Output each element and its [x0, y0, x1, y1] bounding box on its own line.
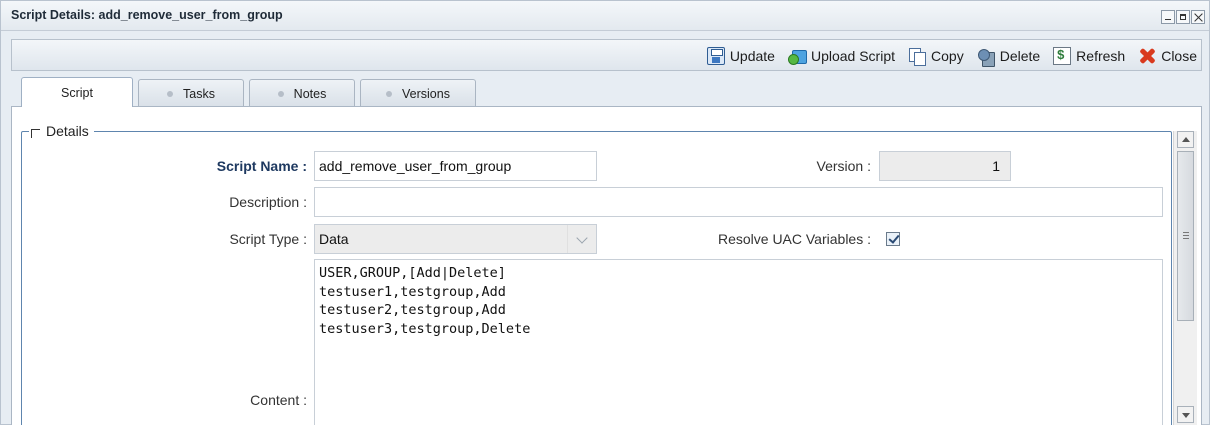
select-divider — [567, 225, 568, 253]
close-icon — [1138, 47, 1156, 65]
tab-versions-label: Versions — [402, 86, 450, 101]
maximize-button[interactable] — [1176, 10, 1190, 24]
description-input[interactable] — [314, 187, 1163, 217]
collapse-icon — [31, 128, 40, 138]
upload-script-button[interactable]: Upload Script — [787, 47, 896, 65]
toolbar: Update Upload Script Copy Delete Refresh… — [11, 39, 1202, 71]
refresh-button[interactable]: Refresh — [1053, 47, 1125, 65]
resolve-uac-label: Resolve UAC Variables : — [717, 231, 871, 247]
save-icon — [706, 47, 725, 65]
upload-icon — [787, 47, 807, 65]
update-label: Update — [729, 48, 775, 64]
content-textarea[interactable]: USER,GROUP,[Add|Delete] testuser1,testgr… — [314, 259, 1163, 425]
scroll-up-button[interactable] — [1177, 131, 1194, 148]
script-type-value: Data — [319, 231, 349, 247]
details-legend-label: Details — [46, 123, 89, 139]
tab-notes[interactable]: Notes — [249, 79, 355, 107]
grip-icon — [1183, 232, 1189, 233]
delete-icon — [977, 47, 995, 67]
vertical-scrollbar[interactable] — [1173, 131, 1197, 425]
content-label: Content : — [250, 392, 307, 408]
close-button[interactable]: Close — [1138, 47, 1197, 65]
delete-button[interactable]: Delete — [977, 47, 1041, 67]
tab-status-dot-icon — [167, 90, 174, 97]
tab-tasks[interactable]: Tasks — [138, 79, 244, 107]
script-type-label: Script Type : — [229, 231, 307, 247]
minimize-button[interactable] — [1161, 10, 1175, 24]
delete-label: Delete — [999, 48, 1041, 64]
update-button[interactable]: Update — [706, 47, 775, 65]
tab-tasks-label: Tasks — [183, 86, 215, 101]
version-label: Version : — [816, 158, 871, 174]
tab-status-dot-icon — [386, 90, 393, 97]
copy-button[interactable]: Copy — [908, 47, 964, 66]
tab-bar: Script Tasks Notes Versions — [21, 77, 481, 107]
script-name-label: Script Name : — [216, 158, 307, 174]
version-field: 1 — [879, 151, 1011, 181]
window-controls — [1161, 10, 1205, 24]
scroll-down-button[interactable] — [1177, 406, 1194, 423]
copy-icon — [908, 47, 927, 66]
description-label: Description : — [229, 194, 307, 210]
tab-versions[interactable]: Versions — [360, 79, 476, 107]
copy-label: Copy — [931, 48, 964, 64]
script-details-window: Script Details: add_remove_user_from_gro… — [0, 0, 1210, 425]
tab-script[interactable]: Script — [21, 77, 133, 107]
window-titlebar: Script Details: add_remove_user_from_gro… — [1, 1, 1209, 31]
chevron-down-icon — [576, 232, 588, 244]
tab-notes-label: Notes — [293, 86, 327, 101]
upload-script-label: Upload Script — [810, 48, 896, 64]
script-type-select[interactable]: Data — [314, 224, 597, 254]
script-name-input[interactable]: add_remove_user_from_group — [314, 151, 597, 181]
resolve-uac-checkbox[interactable] — [886, 232, 900, 246]
details-legend[interactable]: Details — [29, 123, 94, 139]
refresh-label: Refresh — [1076, 48, 1126, 64]
tab-status-dot-icon — [277, 90, 284, 97]
tab-script-label: Script — [61, 85, 93, 100]
close-label: Close — [1161, 48, 1197, 64]
refresh-icon — [1053, 47, 1072, 65]
window-close-button[interactable] — [1191, 10, 1205, 24]
window-title: Script Details: add_remove_user_from_gro… — [11, 8, 283, 22]
scrollbar-thumb[interactable] — [1177, 151, 1194, 321]
